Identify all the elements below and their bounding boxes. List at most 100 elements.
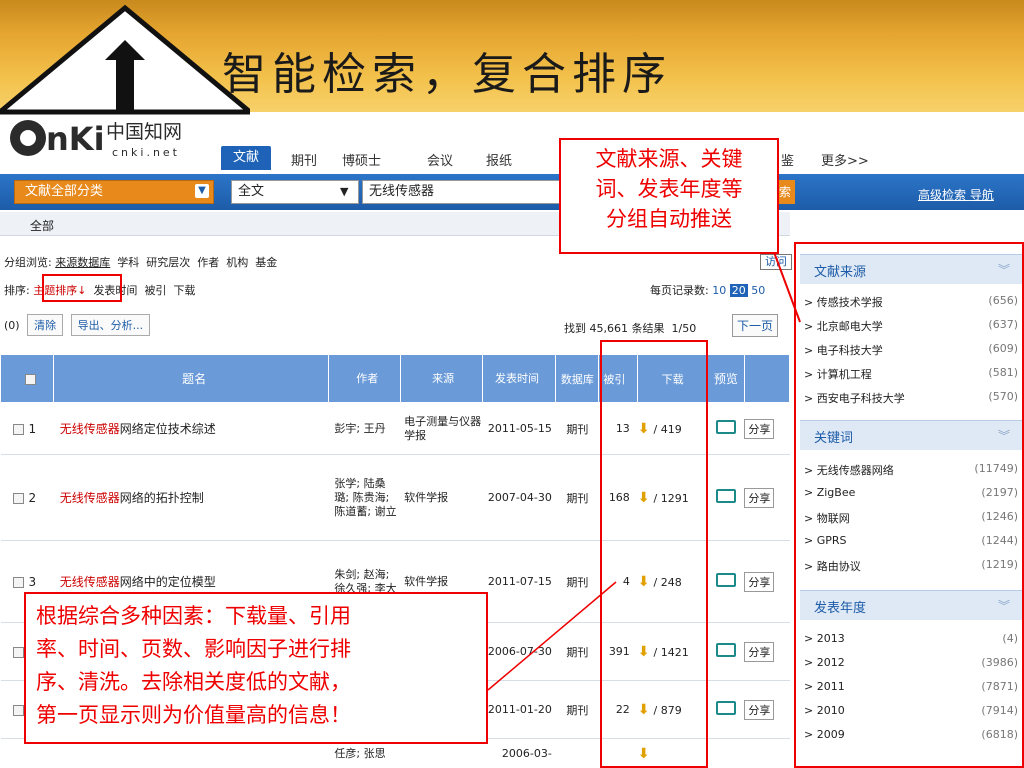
row-checkbox[interactable] — [12, 492, 24, 504]
row-checkbox[interactable] — [12, 423, 24, 435]
checkbox[interactable] — [25, 373, 37, 385]
result-db: 期刊 — [555, 402, 599, 455]
share-button[interactable]: 分享 — [744, 641, 775, 662]
page-indicator: 1/50 — [671, 322, 697, 335]
header-select-all[interactable] — [0, 354, 55, 403]
group-level[interactable]: 研究层次 — [146, 256, 190, 269]
export-button[interactable]: 导出、分析... — [70, 314, 151, 336]
selected-count: (0) — [4, 319, 20, 332]
filter-all[interactable]: 全部 — [30, 217, 54, 234]
group-browse-label: 分组浏览: — [4, 256, 52, 269]
advanced-links[interactable]: 高级检索 导航 — [918, 186, 994, 203]
sort-highlight-box — [42, 274, 122, 302]
result-date: 2006-03- — [482, 738, 556, 768]
result-source[interactable]: 软件学报 — [400, 454, 483, 541]
result-db: 期刊 — [555, 622, 599, 681]
group-author[interactable]: 作者 — [197, 256, 219, 269]
per-page-50[interactable]: 50 — [751, 284, 765, 297]
title-keyword[interactable]: 无线传感器 — [60, 422, 120, 436]
header-database[interactable]: 数据库 — [555, 354, 600, 403]
advanced-search-link[interactable]: 高级检索 — [918, 188, 966, 202]
logo-text: cnki.net — [112, 146, 180, 159]
callout-line: 词、发表年度等 — [595, 177, 743, 201]
header-title[interactable]: 题名 — [53, 354, 329, 403]
share-button[interactable]: 分享 — [744, 418, 775, 439]
title-keyword[interactable]: 无线传感器 — [60, 575, 120, 589]
result-count: 找到 45,661 条结果 1/50 — [564, 320, 696, 336]
guide-link[interactable]: 导航 — [970, 188, 994, 202]
result-source[interactable]: 电子测量与仪器学报 — [400, 402, 483, 455]
group-org[interactable]: 机构 — [226, 256, 248, 269]
tab-journal[interactable]: 期刊 — [291, 150, 317, 169]
callout-ranking: 根据综合多种因素：下载量、引用 率、时间、页数、影响因子进行排 序、清洗。去除相… — [24, 592, 488, 744]
tab-thesis[interactable]: 博硕士 — [342, 150, 381, 169]
group-subject[interactable]: 学科 — [117, 256, 139, 269]
row-number: 2 — [28, 490, 37, 505]
result-title[interactable]: 无线传感器网络定位技术综述 — [53, 402, 329, 455]
tab-newspaper[interactable]: 报纸 — [486, 150, 512, 169]
header-author[interactable]: 作者 — [327, 354, 401, 403]
callout-line: 第一页显示则为价值量高的信息！ — [36, 703, 351, 727]
chevron-down-icon[interactable]: ▼ — [195, 184, 209, 198]
found-text: 找到 45,661 条结果 — [564, 322, 665, 335]
search-input[interactable]: 无线传感器 — [362, 180, 560, 204]
tab-conference[interactable]: 会议 — [427, 150, 453, 169]
category-dropdown[interactable]: 文献全部分类 — [14, 180, 214, 204]
result-tools: (0) 清除 导出、分析... — [4, 314, 151, 336]
callout-line: 根据综合多种因素：下载量、引用 — [36, 604, 351, 628]
result-date: 2011-07-15 — [482, 540, 556, 623]
tab-literature[interactable]: 文献 — [221, 146, 271, 170]
result-date: 2011-01-20 — [482, 680, 556, 739]
share-button[interactable]: 分享 — [744, 571, 775, 592]
title-rest[interactable]: 网络定位技术综述 — [120, 422, 216, 436]
sort-by-cited[interactable]: 被引 — [144, 284, 166, 297]
visit-button[interactable]: 访问 — [760, 254, 792, 270]
group-browse: 分组浏览: 来源数据库 学科 研究层次 作者 机构 基金 — [4, 254, 277, 270]
sort-by-download[interactable]: 下载 — [173, 284, 195, 297]
preview-book-icon[interactable] — [715, 489, 736, 503]
group-fund[interactable]: 基金 — [255, 256, 277, 269]
per-page: 每页记录数: 10 20 50 — [650, 282, 765, 298]
tab-more[interactable]: 更多>> — [821, 150, 869, 169]
title-rest[interactable]: 网络的拓扑控制 — [120, 491, 204, 505]
sidebar-highlight-box — [794, 242, 1024, 768]
preview-book-icon[interactable] — [715, 701, 736, 715]
slide: 智能检索，复合排序 nKi 中国知网 cnki.net 文献 期刊 博硕士 会议… — [0, 0, 1024, 768]
header-source[interactable]: 来源 — [399, 354, 483, 403]
result-date: 2006-07-30 — [482, 622, 556, 681]
result-db: 期刊 — [555, 680, 599, 739]
clear-button[interactable]: 清除 — [27, 314, 64, 336]
header-date[interactable]: 发表时间 — [481, 354, 557, 403]
row-number: 1 — [28, 421, 37, 436]
cited-download-highlight-box — [600, 340, 708, 768]
row-checkbox[interactable] — [12, 704, 24, 716]
callout-line: 分组自动推送 — [606, 207, 732, 231]
preview-book-icon[interactable] — [715, 573, 736, 587]
result-db: 期刊 — [555, 454, 599, 541]
logo-chinese: 中国知网 — [106, 121, 182, 143]
result-authors[interactable]: 彭宇; 王丹 — [328, 402, 401, 455]
tab-fragment[interactable]: 鉴 — [781, 150, 794, 169]
per-page-10[interactable]: 10 — [712, 284, 726, 297]
title-keyword[interactable]: 无线传感器 — [60, 491, 120, 505]
callout-grouping: 文献来源、关键 词、发表年度等 分组自动推送 — [559, 138, 779, 254]
dropdown-caret-icon[interactable]: ▼ — [340, 180, 348, 204]
title-rest[interactable]: 网络中的定位模型 — [120, 575, 216, 589]
preview-book-icon[interactable] — [715, 643, 736, 657]
share-button[interactable]: 分享 — [744, 487, 775, 508]
result-date: 2007-04-30 — [482, 454, 556, 541]
group-source-db[interactable]: 来源数据库 — [55, 256, 110, 269]
result-authors[interactable]: 张学; 陆桑璐; 陈贵海; 陈道蓄; 谢立 — [328, 454, 401, 541]
warning-arrow-icon — [0, 4, 250, 115]
share-button[interactable]: 分享 — [744, 699, 775, 720]
row-checkbox[interactable] — [12, 646, 24, 658]
preview-book-icon[interactable] — [715, 420, 736, 434]
row-checkbox[interactable] — [12, 576, 24, 588]
result-title[interactable]: 无线传感器网络的拓扑控制 — [53, 454, 329, 541]
callout-line: 文献来源、关键 — [595, 147, 743, 171]
per-page-20[interactable]: 20 — [729, 284, 748, 297]
header-share — [743, 354, 791, 403]
header-preview[interactable]: 预览 — [706, 354, 745, 403]
callout-line: 率、时间、页数、影响因子进行排 — [36, 637, 351, 661]
next-page-button[interactable]: 下一页 — [732, 314, 779, 337]
